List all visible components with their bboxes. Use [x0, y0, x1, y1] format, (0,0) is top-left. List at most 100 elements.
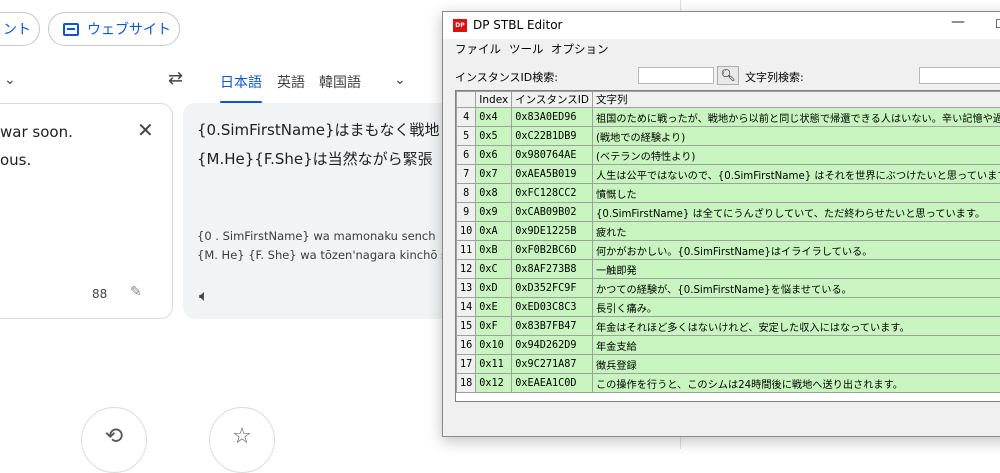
target-lang-japanese[interactable]: 日本語 — [220, 72, 262, 92]
string-cell[interactable]: (戦地での経験より) — [592, 127, 1000, 146]
table-row[interactable]: 80x80xFC128CC2憤慨した — [457, 184, 1000, 203]
row-number[interactable]: 9 — [457, 203, 476, 222]
index-cell[interactable]: 0xD — [476, 279, 512, 298]
menu-options[interactable]: オプション — [551, 41, 609, 57]
table-row[interactable]: 120xC0x8AF273B8一触即発 — [457, 260, 1000, 279]
index-cell[interactable]: 0xE — [476, 298, 512, 317]
instance-id-cell[interactable]: 0x9C271A87 — [512, 355, 593, 374]
col-index[interactable]: Index — [476, 92, 512, 108]
clear-source-icon[interactable]: ✕ — [137, 118, 154, 142]
row-number[interactable]: 15 — [457, 317, 476, 336]
string-cell[interactable]: 憤慨した — [592, 184, 1000, 203]
index-cell[interactable]: 0x8 — [476, 184, 512, 203]
row-number[interactable]: 16 — [457, 336, 476, 355]
source-lang-dropdown-icon[interactable]: ⌄ — [4, 72, 16, 88]
string-cell[interactable]: 疲れた — [592, 222, 1000, 241]
source-text[interactable]: war soon. ous. — [0, 118, 73, 174]
swap-languages-icon[interactable]: ⇄ — [168, 68, 183, 89]
row-number[interactable]: 5 — [457, 127, 476, 146]
target-lang-english[interactable]: 英語 — [277, 72, 305, 92]
menu-file[interactable]: ファイル — [455, 41, 501, 57]
speaker-icon[interactable]: 🔈︎ — [199, 286, 209, 306]
instance-id-cell[interactable]: 0x980764AE — [512, 146, 593, 165]
row-number[interactable]: 4 — [457, 108, 476, 127]
string-search-input[interactable] — [919, 67, 1000, 84]
edit-pencil-icon[interactable]: ✎ — [130, 284, 142, 300]
string-cell[interactable]: 年金支給 — [592, 336, 1000, 355]
string-cell[interactable]: (ベテランの特性より) — [592, 146, 1000, 165]
index-cell[interactable]: 0x4 — [476, 108, 512, 127]
search-button[interactable]: 🔍︎ — [717, 66, 739, 85]
string-table[interactable]: Index インスタンスID 文字列 40x40x83A0ED96祖国のために戦… — [455, 90, 1000, 402]
row-number[interactable]: 18 — [457, 374, 476, 393]
row-number[interactable]: 11 — [457, 241, 476, 260]
col-rownum[interactable] — [457, 92, 476, 108]
row-number[interactable]: 10 — [457, 222, 476, 241]
table-row[interactable]: 110xB0xF0B2BC6D何かがおかしい。{0.SimFirstName}は… — [457, 241, 1000, 260]
table-row[interactable]: 160x100x94D262D9年金支給 — [457, 336, 1000, 355]
string-cell[interactable]: この操作を行うと、このシムは24時間後に戦地へ送り出されます。 — [592, 374, 1000, 393]
string-cell[interactable]: 徴兵登録 — [592, 355, 1000, 374]
index-cell[interactable]: 0x9 — [476, 203, 512, 222]
instance-id-cell[interactable]: 0xF0B2BC6D — [512, 241, 593, 260]
instance-id-cell[interactable]: 0x83A0ED96 — [512, 108, 593, 127]
row-number[interactable]: 14 — [457, 298, 476, 317]
instance-id-cell[interactable]: 0xAEA5B019 — [512, 165, 593, 184]
string-cell[interactable]: 何かがおかしい。{0.SimFirstName}はイライラしている。 — [592, 241, 1000, 260]
table-row[interactable]: 70x70xAEA5B019人生は公平ではないので、{0.SimFirstNam… — [457, 165, 1000, 184]
index-cell[interactable]: 0xC — [476, 260, 512, 279]
index-cell[interactable]: 0x7 — [476, 165, 512, 184]
string-cell[interactable]: 一触即発 — [592, 260, 1000, 279]
index-cell[interactable]: 0x10 — [476, 336, 512, 355]
history-button[interactable]: ⟲ — [81, 407, 147, 473]
minimize-icon[interactable]: — — [951, 14, 965, 30]
instance-id-cell[interactable]: 0x9DE1225B — [512, 222, 593, 241]
string-cell[interactable]: 年金はそれほど多くはないけれど、安定した収入にはなっています。 — [592, 317, 1000, 336]
instance-id-cell[interactable]: 0x8AF273B8 — [512, 260, 593, 279]
menu-tools[interactable]: ツール — [509, 41, 544, 57]
index-cell[interactable]: 0xA — [476, 222, 512, 241]
index-cell[interactable]: 0x6 — [476, 146, 512, 165]
table-row[interactable]: 60x60x980764AE(ベテランの特性より) — [457, 146, 1000, 165]
table-row[interactable]: 170x110x9C271A87徴兵登録 — [457, 355, 1000, 374]
maximize-icon[interactable]: ☐ — [995, 17, 1000, 31]
string-cell[interactable]: 祖国のために戦ったが、戦地から以前と同じ状態で帰還できる人はいない。辛い記憶や過 — [592, 108, 1000, 127]
row-number[interactable]: 6 — [457, 146, 476, 165]
target-lang-korean[interactable]: 韓国語 — [319, 72, 361, 92]
row-number[interactable]: 7 — [457, 165, 476, 184]
table-row[interactable]: 130xD0xD352FC9Fかつての経験が、{0.SimFirstName}を… — [457, 279, 1000, 298]
col-string[interactable]: 文字列 — [592, 92, 1000, 108]
index-cell[interactable]: 0xF — [476, 317, 512, 336]
table-row[interactable]: 90x90xCAB09B02{0.SimFirstName} は全てにうんざりし… — [457, 203, 1000, 222]
string-cell[interactable]: {0.SimFirstName} は全てにうんざりしていて、ただ終わらせたいと思… — [592, 203, 1000, 222]
target-lang-dropdown-icon[interactable]: ⌄ — [394, 72, 406, 88]
table-row[interactable]: 140xE0xED03C8C3長引く痛み。 — [457, 298, 1000, 317]
row-number[interactable]: 17 — [457, 355, 476, 374]
col-instance-id[interactable]: インスタンスID — [512, 92, 593, 108]
index-cell[interactable]: 0xB — [476, 241, 512, 260]
instance-id-cell[interactable]: 0x94D262D9 — [512, 336, 593, 355]
table-row[interactable]: 180x120xEAEA1C0Dこの操作を行うと、このシムは24時間後に戦地へ送… — [457, 374, 1000, 393]
row-number[interactable]: 8 — [457, 184, 476, 203]
index-cell[interactable]: 0x5 — [476, 127, 512, 146]
row-number[interactable]: 12 — [457, 260, 476, 279]
table-row[interactable]: 50x50xC22B1DB9(戦地での経験より) — [457, 127, 1000, 146]
document-chip[interactable]: ント — [0, 12, 40, 46]
instance-id-cell[interactable]: 0xCAB09B02 — [512, 203, 593, 222]
instance-id-cell[interactable]: 0xEAEA1C0D — [512, 374, 593, 393]
table-row[interactable]: 150xF0x83B7FB47年金はそれほど多くはないけれど、安定した収入にはな… — [457, 317, 1000, 336]
instance-id-cell[interactable]: 0xED03C8C3 — [512, 298, 593, 317]
string-cell[interactable]: 人生は公平ではないので、{0.SimFirstName} はそれを世界にぶつけた… — [592, 165, 1000, 184]
instance-id-cell[interactable]: 0xFC128CC2 — [512, 184, 593, 203]
instance-id-cell[interactable]: 0x83B7FB47 — [512, 317, 593, 336]
table-row[interactable]: 40x40x83A0ED96祖国のために戦ったが、戦地から以前と同じ状態で帰還で… — [457, 108, 1000, 127]
index-cell[interactable]: 0x12 — [476, 374, 512, 393]
instance-id-cell[interactable]: 0xC22B1DB9 — [512, 127, 593, 146]
website-chip[interactable]: ウェブサイト — [48, 12, 180, 46]
instance-search-input[interactable] — [638, 67, 714, 84]
saved-button[interactable]: ☆ — [209, 407, 275, 473]
string-cell[interactable]: 長引く痛み。 — [592, 298, 1000, 317]
index-cell[interactable]: 0x11 — [476, 355, 512, 374]
row-number[interactable]: 13 — [457, 279, 476, 298]
string-cell[interactable]: かつての経験が、{0.SimFirstName}を悩ませている。 — [592, 279, 1000, 298]
